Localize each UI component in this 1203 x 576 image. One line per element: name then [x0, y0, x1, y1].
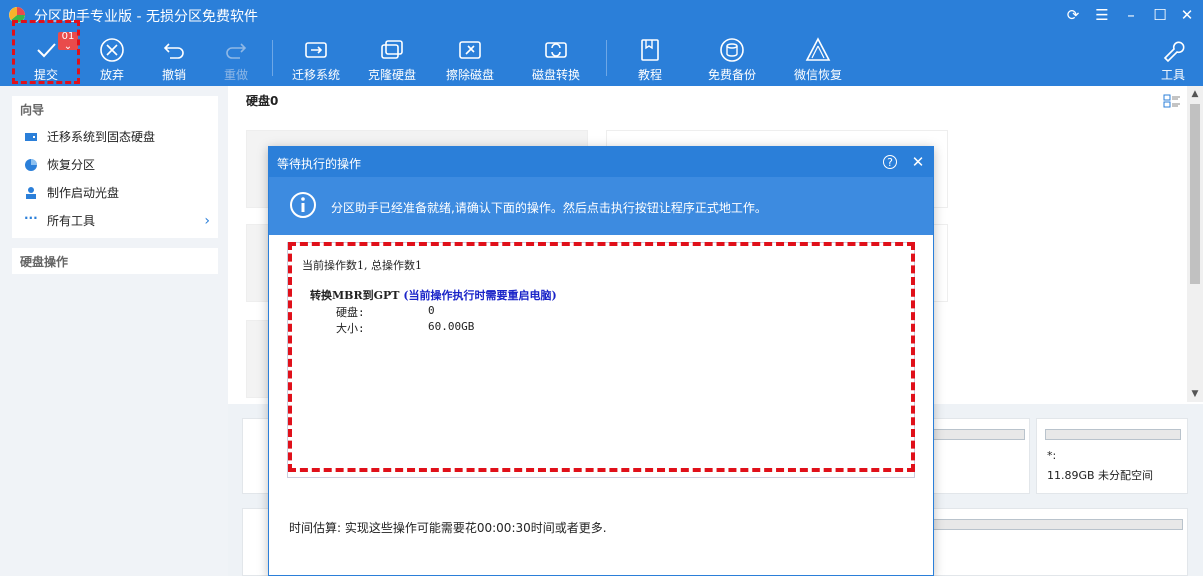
partition-block[interactable]: S — [918, 418, 1030, 494]
chevron-right-icon: › — [204, 213, 210, 229]
disk-ops-section: 硬盘操作 — [12, 248, 218, 274]
guide-section: 向导 迁移系统到固态硬盘 恢复分区 制作启动光盘 ··· 所有工具 › — [12, 96, 218, 238]
toolbar-divider — [606, 40, 607, 76]
tutorial-button[interactable]: 教程 — [628, 30, 672, 86]
scrollbar-thumb[interactable] — [1190, 104, 1200, 284]
wechat-recovery-button[interactable]: 微信恢复 — [790, 30, 846, 86]
unallocated-block[interactable]: *: 11.89GB 未分配空间 — [1036, 418, 1188, 494]
sidebar-item-label: 恢复分区 — [47, 158, 96, 172]
undo-button[interactable]: 撤销 — [152, 30, 196, 86]
toolbar: 提交 01 ⌄ 放弃 撤销 重做 迁移系统 克隆硬盘 擦除磁盘 磁盘转换 教程 免… — [0, 30, 1203, 86]
wrench-icon — [1163, 41, 1185, 63]
minimize-button[interactable]: – — [1121, 5, 1141, 25]
scroll-down-icon[interactable]: ▼ — [1187, 386, 1203, 402]
convert-icon — [545, 42, 567, 58]
guide-header: 向导 — [20, 103, 45, 117]
left-panel: 向导 迁移系统到固态硬盘 恢复分区 制作启动光盘 ··· 所有工具 › 硬盘操作 — [0, 86, 228, 576]
usage-bar — [925, 429, 1025, 440]
sidebar-item-migrate-ssd[interactable]: 迁移系统到固态硬盘 — [12, 123, 218, 151]
disk-icon — [25, 133, 37, 141]
sidebar-item-label: 制作启动光盘 — [47, 186, 120, 200]
recovery-label: 微信恢复 — [793, 68, 842, 82]
discard-button[interactable]: 放弃 — [90, 30, 134, 86]
free-backup-button[interactable]: 免费备份 — [704, 30, 760, 86]
migrate-label: 迁移系统 — [291, 68, 340, 82]
close-button[interactable]: ✕ — [1177, 5, 1197, 25]
pie-icon — [25, 159, 37, 171]
unallocated-size: 11.89GB 未分配空间 — [1047, 469, 1154, 482]
sidebar-item-recover-partition[interactable]: 恢复分区 — [12, 151, 218, 179]
unallocated-drive-label: *: — [1047, 449, 1057, 462]
undo-label: 撤销 — [161, 68, 186, 82]
partition-block[interactable] — [918, 508, 1188, 576]
submit-highlight-box — [12, 20, 80, 84]
help-icon[interactable]: ? — [883, 155, 897, 169]
clone-disk-button[interactable]: 克隆硬盘 — [364, 30, 420, 86]
user-disc-icon — [26, 187, 36, 199]
menu-icon[interactable]: ☰ — [1092, 5, 1112, 25]
tools-label: 工具 — [1160, 68, 1185, 82]
info-message: 分区助手已经准备就绪,请确认下面的操作。然后点击执行按钮让程序正式地工作。 — [331, 201, 767, 215]
info-icon — [290, 192, 316, 218]
view-toggle-icon[interactable] — [1163, 92, 1181, 110]
usage-bar — [925, 519, 1183, 530]
clone-label: 克隆硬盘 — [367, 68, 416, 82]
operations-highlight-box — [288, 242, 915, 472]
sidebar-item-boot-disc[interactable]: 制作启动光盘 — [12, 179, 218, 207]
vertical-scrollbar[interactable]: ▲ ▼ — [1187, 86, 1203, 402]
time-estimate: 时间估算: 实现这些操作可能需要花00:00:30时间或者更多. — [289, 521, 607, 535]
disk-title: 硬盘0 — [246, 94, 279, 108]
title-bar: 分区助手专业版 - 无损分区免费软件 ⟳ ☰ – ☐ ✕ — [0, 0, 1203, 30]
book-icon — [641, 39, 659, 61]
maximize-button[interactable]: ☐ — [1150, 5, 1170, 25]
discard-label: 放弃 — [99, 68, 124, 82]
backup-label: 免费备份 — [707, 68, 756, 82]
dialog-title: 等待执行的操作 — [277, 157, 362, 171]
wipe-label: 擦除磁盘 — [445, 68, 494, 82]
scroll-up-icon[interactable]: ▲ — [1187, 86, 1203, 102]
more-dots-icon: ··· — [24, 211, 38, 225]
refresh-icon[interactable]: ⟳ — [1063, 5, 1083, 25]
backup-icon — [720, 38, 744, 62]
tools-button[interactable]: 工具 — [1154, 30, 1192, 86]
disk-ops-header: 硬盘操作 — [20, 255, 69, 269]
dialog-close-icon[interactable]: ✕ — [909, 153, 927, 171]
sidebar-item-all-tools[interactable]: ··· 所有工具 › — [12, 207, 218, 235]
recovery-icon — [805, 37, 831, 61]
usage-bar — [1045, 429, 1181, 440]
migrate-system-button[interactable]: 迁移系统 — [288, 30, 344, 86]
sidebar-item-label: 所有工具 — [47, 214, 96, 228]
redo-label: 重做 — [223, 68, 248, 82]
migrate-icon — [305, 42, 327, 58]
tutorial-label: 教程 — [637, 68, 662, 82]
undo-icon — [163, 43, 184, 59]
dialog-title-bar: 等待执行的操作 ? ✕ — [269, 147, 933, 177]
sidebar-item-label: 迁移系统到固态硬盘 — [47, 130, 156, 144]
redo-icon — [226, 43, 247, 59]
wipe-icon — [459, 41, 481, 59]
info-banner: 分区助手已经准备就绪,请确认下面的操作。然后点击执行按钮让程序正式地工作。 — [269, 177, 933, 235]
redo-button[interactable]: 重做 — [214, 30, 258, 86]
clone-icon — [381, 40, 403, 59]
disk-convert-button[interactable]: 磁盘转换 — [528, 30, 584, 86]
discard-icon — [100, 38, 124, 62]
wipe-disk-button[interactable]: 擦除磁盘 — [442, 30, 498, 86]
toolbar-divider — [272, 40, 273, 76]
convert-label: 磁盘转换 — [531, 68, 580, 82]
